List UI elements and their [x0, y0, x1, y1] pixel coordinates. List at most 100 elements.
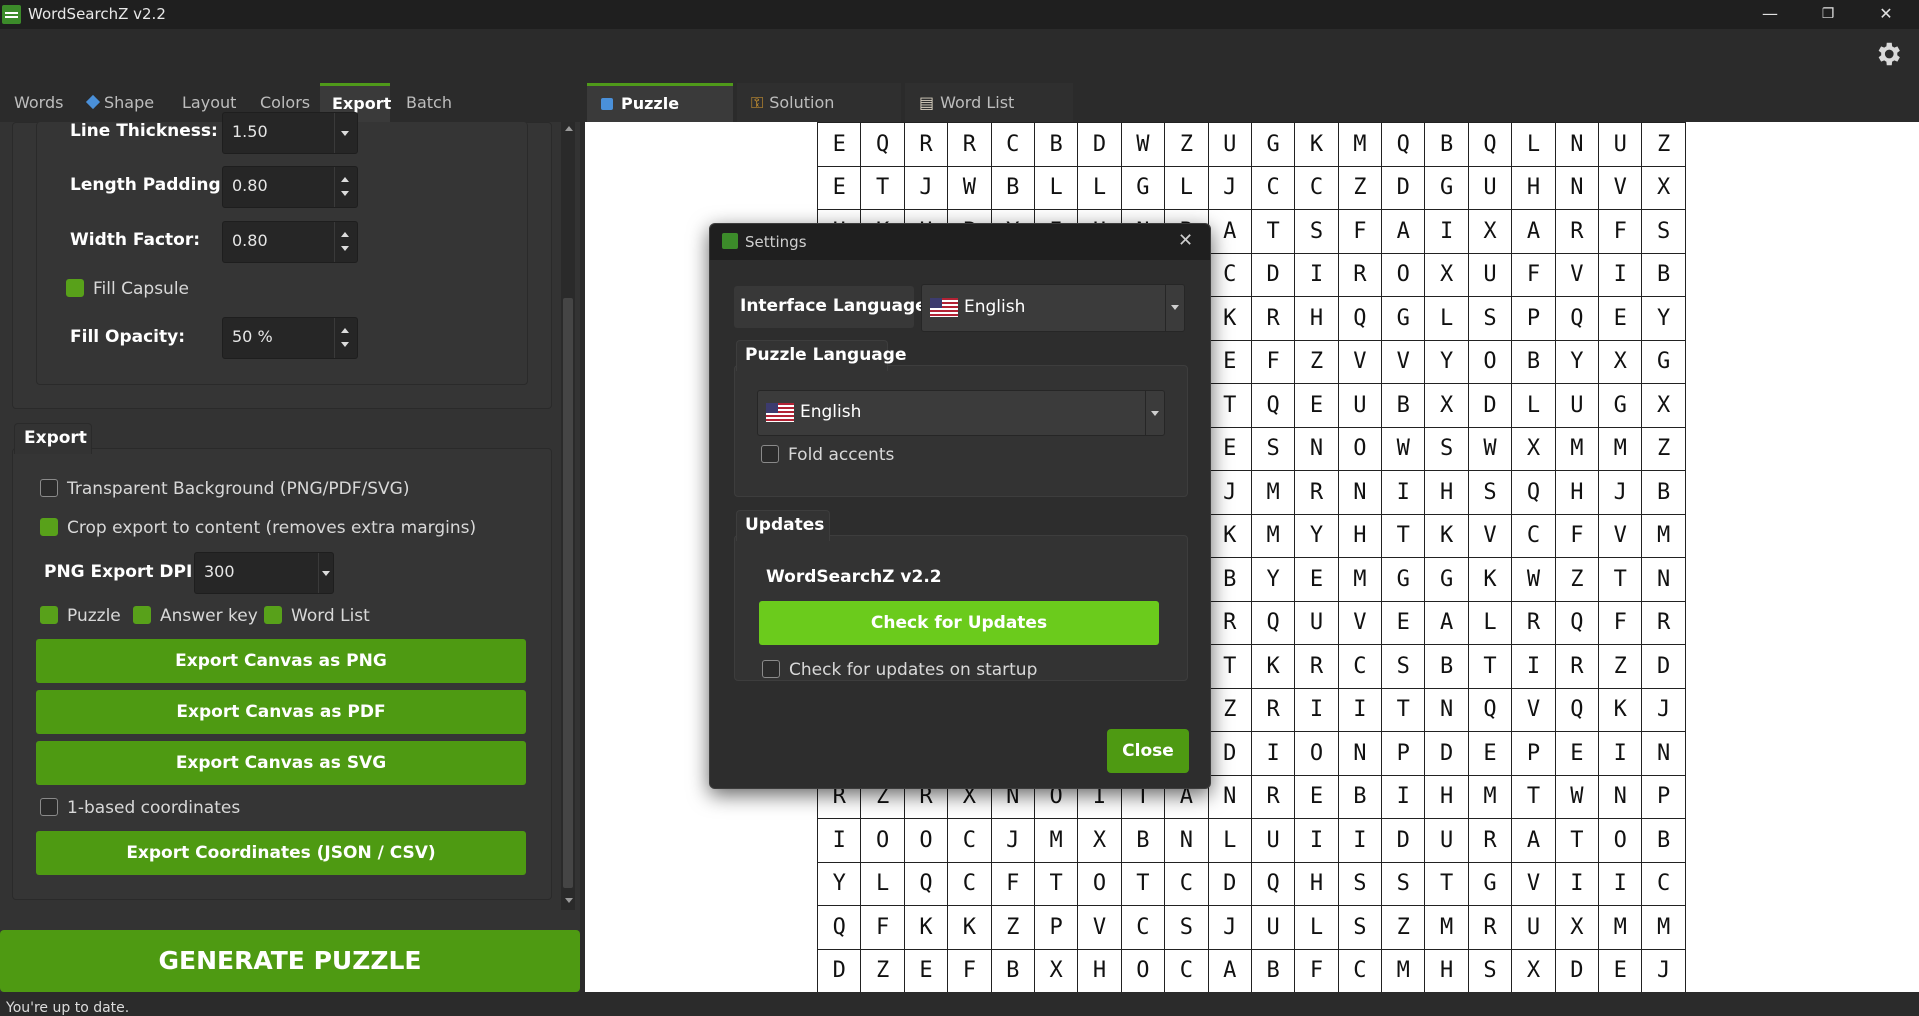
line-thickness-value: 1.50 [232, 122, 268, 141]
check-on-startup-checkbox[interactable] [762, 660, 780, 678]
tab-shape[interactable]: Shape [74, 83, 160, 122]
grid-cell: K [1207, 513, 1252, 558]
grid-cell: J [1641, 687, 1686, 732]
export-svg-button[interactable]: Export Canvas as SVG [36, 741, 526, 785]
tab-puzzle-canvas[interactable]: Puzzle Canvas [587, 83, 733, 148]
crop-export-checkbox[interactable] [40, 518, 58, 536]
puzzle-language-select[interactable]: English [757, 390, 1165, 436]
grid-cell: L [1207, 818, 1252, 863]
export-pdf-button[interactable]: Export Canvas as PDF [36, 690, 526, 734]
grid-cell: X [1424, 252, 1469, 297]
grid-cell: V [1467, 513, 1513, 558]
grid-cell: S [1250, 426, 1296, 471]
grid-cell: U [1337, 383, 1383, 428]
interface-language-select[interactable]: English [921, 284, 1185, 332]
scroll-up-arrow-icon[interactable] [565, 126, 573, 131]
grid-cell: Q [1554, 600, 1600, 645]
check-for-updates-button[interactable]: Check for Updates [759, 601, 1159, 645]
grid-cell: Q [1381, 122, 1426, 167]
grid-cell: T [1381, 687, 1426, 732]
grid-cell: L [1424, 296, 1469, 341]
dpi-select[interactable]: 300 [194, 552, 334, 594]
transparent-bg-checkbox[interactable] [40, 479, 58, 497]
fold-accents-checkbox[interactable] [761, 445, 779, 463]
title-bar: WordSearchZ v2.2 — ❐ ✕ [0, 0, 1919, 29]
grid-cell: W [1511, 557, 1556, 602]
line-thickness-label: Line Thickness: [70, 121, 218, 141]
scroll-down-arrow-icon[interactable] [565, 898, 573, 903]
tab-words[interactable]: Words [2, 83, 68, 122]
grid-cell: C [1120, 905, 1166, 950]
fill-capsule-checkbox[interactable] [66, 279, 84, 297]
one-based-checkbox[interactable] [40, 798, 58, 816]
grid-cell: F [1337, 209, 1383, 254]
export-coordinates-button[interactable]: Export Coordinates (JSON / CSV) [36, 831, 526, 875]
grid-cell: B [1337, 774, 1383, 819]
restore-button[interactable]: ❐ [1805, 0, 1851, 29]
grid-cell: T [1598, 557, 1643, 602]
grid-cell: E [1294, 557, 1339, 602]
grid-cell: S [1294, 209, 1339, 254]
grid-cell: B [1207, 557, 1252, 602]
export-png-button[interactable]: Export Canvas as PNG [36, 639, 526, 683]
left-scrollbar-thumb[interactable] [563, 298, 573, 888]
grid-cell: K [1207, 296, 1252, 341]
width-factor-spinbox[interactable]: 0.80 [222, 221, 358, 263]
app-icon [722, 233, 738, 249]
diamond-icon [85, 94, 101, 110]
close-icon[interactable]: ✕ [1178, 230, 1193, 251]
tab-word-list-canvas[interactable]: ▤Word List Canvas [905, 83, 1073, 151]
grid-cell: E [1294, 774, 1339, 819]
grid-cell: M [1337, 557, 1383, 602]
grid-cell: U [1467, 252, 1513, 297]
grid-cell: O [860, 818, 905, 863]
generate-puzzle-button[interactable]: GENERATE PUZZLE [0, 930, 580, 992]
grid-cell: V [1337, 600, 1383, 645]
grid-cell: D [1250, 252, 1296, 297]
gear-icon[interactable] [1873, 39, 1903, 69]
word-list-label: Word List [291, 606, 370, 626]
grid-cell: G [1381, 557, 1426, 602]
grid-cell: B [1033, 122, 1079, 167]
grid-cell: T [1120, 861, 1166, 906]
grid-cell: T [1250, 209, 1296, 254]
fill-opacity-spinbox[interactable]: 50 % [222, 317, 358, 359]
grid-cell: U [1250, 905, 1296, 950]
grid-cell: Y [816, 861, 862, 906]
tab-batch[interactable]: Batch [394, 83, 464, 122]
grid-cell: X [1033, 948, 1079, 992]
grid-cell: M [1250, 470, 1296, 515]
word-list-checkbox[interactable] [264, 606, 282, 624]
grid-cell: S [1337, 905, 1383, 950]
grid-cell: G [1598, 383, 1643, 428]
grid-cell: Z [1598, 644, 1643, 689]
interface-language-value: English [964, 297, 1026, 317]
grid-cell: W [1554, 774, 1600, 819]
grid-cell: S [1467, 296, 1513, 341]
grid-cell: L [1077, 165, 1122, 210]
grid-cell: A [1424, 600, 1469, 645]
close-window-button[interactable]: ✕ [1863, 0, 1909, 29]
grid-cell: M [1598, 426, 1643, 471]
grid-cell: V [1598, 165, 1643, 210]
line-thickness-spinbox[interactable]: 1.50 [222, 112, 358, 154]
grid-cell: B [1641, 470, 1686, 515]
grid-cell: X [1598, 339, 1643, 384]
grid-cell: S [1424, 426, 1469, 471]
length-padding-spinbox[interactable]: 0.80 [222, 166, 358, 208]
minimize-button[interactable]: — [1747, 0, 1793, 29]
grid-cell: D [1381, 818, 1426, 863]
grid-cell: D [1077, 122, 1122, 167]
grid-cell: C [990, 122, 1035, 167]
close-button[interactable]: Close [1107, 729, 1189, 773]
grid-cell: N [1641, 557, 1686, 602]
grid-cell: O [903, 818, 949, 863]
answer-key-label: Answer key [160, 606, 258, 626]
tab-solution-canvas[interactable]: ⚿Solution Canvas [737, 83, 901, 151]
grid-cell: X [1641, 165, 1686, 210]
puzzle-checkbox[interactable] [40, 606, 58, 624]
key-icon: ⚿ [751, 93, 764, 112]
answer-key-checkbox[interactable] [133, 606, 151, 624]
interface-language-label: Interface Language [740, 296, 927, 316]
grid-cell: I [1294, 687, 1339, 732]
